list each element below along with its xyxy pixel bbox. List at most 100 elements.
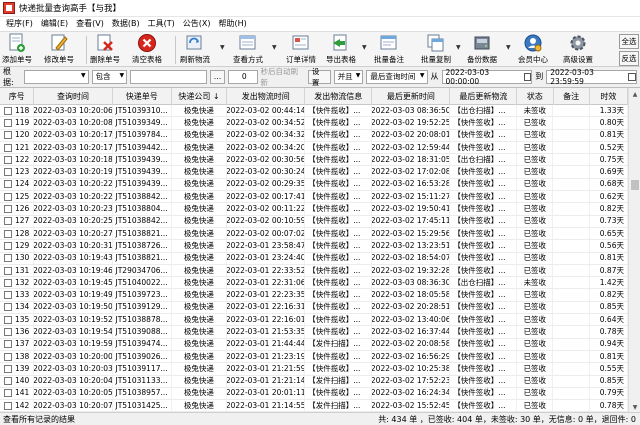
- table-row[interactable]: 138 2022-03-03 10:20:00 JT51039026... 极兔快递 2…: [0, 350, 628, 364]
- row-checkbox[interactable]: [4, 327, 12, 336]
- refresh-logistics-button[interactable]: 刷新物流: [180, 33, 210, 66]
- menu-help[interactable]: 帮助(H): [214, 17, 250, 31]
- delete-number-button[interactable]: 删除单号: [90, 33, 120, 66]
- edit-number-button[interactable]: 修改单号: [44, 33, 74, 66]
- from-datetime-picker[interactable]: 2022-03-03 00:00:00: [441, 68, 533, 86]
- match-mode-select[interactable]: 包含 ▼: [91, 69, 128, 84]
- clear-table-button[interactable]: 清空表格: [132, 33, 162, 66]
- advanced-settings-button[interactable]: 高级设置: [563, 33, 593, 66]
- table-row[interactable]: 142 2022-03-03 10:20:07 JT51031425... 极兔快递 2…: [0, 400, 628, 412]
- filter-field-select[interactable]: ▼: [24, 69, 89, 84]
- table-row[interactable]: 127 2022-03-03 10:20:25 JT51038842... 极兔快递 2…: [0, 215, 628, 228]
- vertical-scrollbar[interactable]: ▲ ▼: [628, 88, 640, 412]
- header-col-courier[interactable]: 快递公司 ↓: [172, 88, 228, 105]
- table-row[interactable]: 126 2022-03-03 10:20:23 JT51038804... 极兔快递 2…: [0, 203, 628, 216]
- table-row[interactable]: 134 2022-03-03 10:19:50 JT51039129... 极兔快递 2…: [0, 301, 628, 315]
- menu-announcement[interactable]: 公告(X): [179, 17, 215, 31]
- row-checkbox[interactable]: [4, 340, 12, 349]
- select-all-button[interactable]: 全选: [619, 34, 639, 49]
- menu-data[interactable]: 数据(B): [108, 17, 144, 31]
- row-checkbox[interactable]: [4, 315, 12, 324]
- table-row[interactable]: 141 2022-03-03 10:20:05 JT51038957... 极兔快递 2…: [0, 387, 628, 401]
- table-row[interactable]: 140 2022-03-03 10:20:04 JT51031133... 极兔快递 2…: [0, 375, 628, 388]
- header-col-status[interactable]: 状态: [517, 88, 554, 105]
- table-row[interactable]: 128 2022-03-03 10:20:27 JT51038821... 极兔快递 2…: [0, 227, 628, 241]
- refresh-dropdown-arrow[interactable]: ▼: [220, 44, 225, 51]
- member-center-button[interactable]: 会员中心: [518, 33, 548, 66]
- header-col-query-time[interactable]: 查询时间: [34, 88, 113, 105]
- header-col-duration[interactable]: 时效: [590, 88, 628, 105]
- auto-refresh-interval-input[interactable]: 0: [227, 69, 258, 84]
- table-row[interactable]: 118 2022-03-03 10:20:06 JT51039310... 极兔快递 2…: [0, 105, 628, 118]
- add-number-button[interactable]: 添加单号: [2, 33, 32, 66]
- row-checkbox[interactable]: [4, 168, 12, 177]
- row-checkbox[interactable]: [4, 291, 12, 300]
- row-checkbox[interactable]: [4, 389, 12, 398]
- refresh-settings-button[interactable]: 设置: [307, 67, 331, 87]
- table-row[interactable]: 136 2022-03-03 10:19:54 JT51039088... 极兔快递 2…: [0, 326, 628, 339]
- scroll-up-icon[interactable]: ▲: [631, 90, 639, 98]
- time-field-select[interactable]: 最后查询时间 ▼: [366, 69, 428, 84]
- keyword-input[interactable]: [130, 69, 208, 84]
- backup-data-button[interactable]: 备份数据: [467, 33, 497, 66]
- row-checkbox[interactable]: [4, 229, 12, 238]
- table-row[interactable]: 119 2022-03-03 10:20:08 JT51039349... 极兔快递 2…: [0, 117, 628, 130]
- header-col-note[interactable]: 备注: [554, 88, 590, 105]
- table-row[interactable]: 131 2022-03-03 10:19:46 JT29034706... 极兔快递 2…: [0, 264, 628, 278]
- row-checkbox[interactable]: [4, 180, 12, 189]
- invert-selection-button[interactable]: 反选: [619, 51, 639, 66]
- row-checkbox[interactable]: [4, 401, 12, 410]
- row-checkbox[interactable]: [4, 192, 12, 201]
- table-row[interactable]: 135 2022-03-03 10:19:52 JT51038878... 极兔快递 2…: [0, 314, 628, 327]
- scroll-down-icon[interactable]: ▼: [631, 403, 639, 411]
- row-checkbox[interactable]: [4, 266, 12, 275]
- table-row[interactable]: 139 2022-03-03 10:20:03 JT51039117... 极兔快递 2…: [0, 363, 628, 376]
- row-checkbox[interactable]: [4, 352, 12, 361]
- export-table-button[interactable]: 导出表格: [326, 33, 356, 66]
- view-mode-dropdown-arrow[interactable]: ▼: [272, 44, 277, 51]
- header-col-last-update-time[interactable]: 最后更新时间: [372, 88, 451, 105]
- row-checkbox[interactable]: [4, 241, 12, 250]
- header-col-index[interactable]: 序号: [0, 88, 35, 105]
- row-checkbox[interactable]: [4, 155, 12, 164]
- backup-dropdown-arrow[interactable]: ▼: [506, 44, 511, 51]
- table-row[interactable]: 121 2022-03-03 10:20:17 JT51039442... 极兔快递 2…: [0, 141, 628, 155]
- table-row[interactable]: 133 2022-03-03 10:19:49 JT51039723... 极兔快递 2…: [0, 289, 628, 302]
- batch-copy-button[interactable]: 批量复制: [421, 33, 451, 66]
- header-col-tracking-number[interactable]: 快递单号: [113, 88, 172, 105]
- row-checkbox[interactable]: [4, 118, 12, 127]
- header-col-last-update-info[interactable]: 最后更新物流: [450, 88, 518, 105]
- export-dropdown-arrow[interactable]: ▼: [362, 44, 367, 51]
- menu-tools[interactable]: 工具(T): [144, 17, 179, 31]
- batch-copy-dropdown-arrow[interactable]: ▼: [456, 44, 461, 51]
- menu-edit[interactable]: 编辑(E): [37, 17, 72, 31]
- to-datetime-picker[interactable]: 2022-03-03 23:59:59: [546, 68, 638, 86]
- batch-note-button[interactable]: 批量备注: [374, 33, 404, 66]
- table-row[interactable]: 130 2022-03-03 10:19:43 JT51038821... 极兔快递 2…: [0, 252, 628, 265]
- header-col-ship-time[interactable]: 发出物流时间: [227, 88, 306, 105]
- table-row[interactable]: 123 2022-03-03 10:20:19 JT51039439... 极兔快递 2…: [0, 166, 628, 179]
- row-checkbox[interactable]: [4, 143, 12, 152]
- table-row[interactable]: 125 2022-03-03 10:20:22 JT51038842... 极兔快递 2…: [0, 191, 628, 204]
- logic-select[interactable]: 并且 ▼: [333, 69, 364, 84]
- row-checkbox[interactable]: [4, 217, 12, 226]
- row-checkbox[interactable]: [4, 254, 12, 263]
- row-checkbox[interactable]: [4, 106, 12, 115]
- row-checkbox[interactable]: [4, 131, 12, 140]
- table-row[interactable]: 132 2022-03-03 10:19:45 JT51040022... 极兔快递 2…: [0, 277, 628, 290]
- row-checkbox[interactable]: [4, 205, 12, 214]
- scrollbar-thumb[interactable]: [631, 180, 639, 190]
- row-checkbox[interactable]: [4, 303, 12, 312]
- view-mode-button[interactable]: 查看方式: [233, 33, 263, 66]
- header-col-ship-info[interactable]: 发出物流信息: [305, 88, 373, 105]
- menu-program[interactable]: 程序(F): [2, 17, 37, 31]
- table-row[interactable]: 122 2022-03-03 10:20:18 JT51039439... 极兔快递 2…: [0, 154, 628, 167]
- row-checkbox[interactable]: [4, 377, 12, 386]
- order-detail-button[interactable]: 订单详情: [286, 33, 316, 66]
- filter-search-button[interactable]: …: [210, 69, 225, 84]
- menu-view[interactable]: 查看(V): [72, 17, 108, 31]
- table-row[interactable]: 124 2022-03-03 10:20:22 JT51039439... 极兔快递 2…: [0, 178, 628, 192]
- table-row[interactable]: 137 2022-03-03 10:19:59 JT51039474... 极兔快递 2…: [0, 338, 628, 351]
- table-row[interactable]: 120 2022-03-03 10:20:17 JT51039784... 极兔快递 2…: [0, 129, 628, 142]
- table-row[interactable]: 129 2022-03-03 10:20:31 JT51038726... 极兔快递 2…: [0, 240, 628, 253]
